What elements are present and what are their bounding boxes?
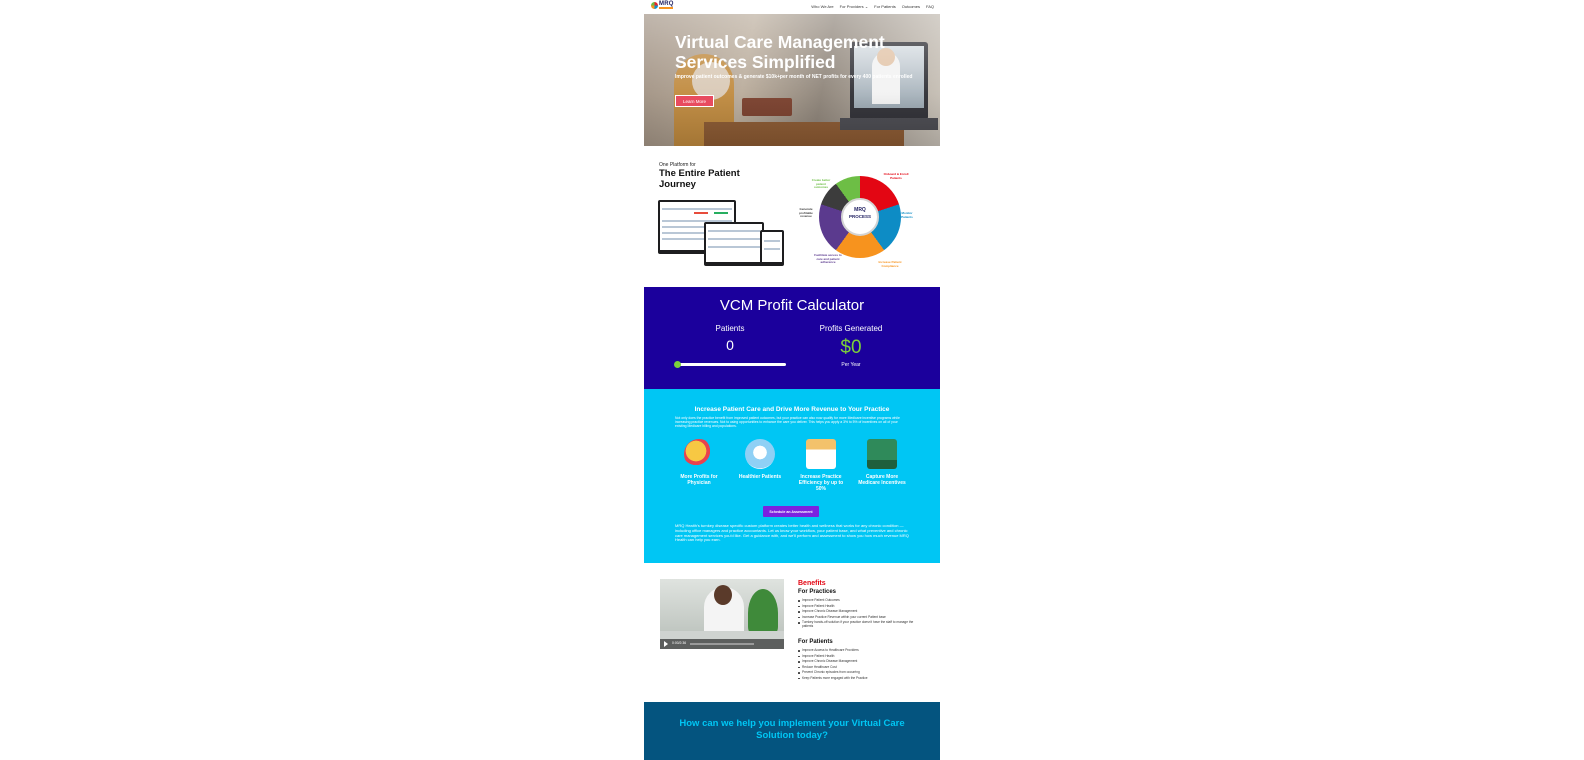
patients-title: For Patients (798, 639, 833, 645)
nav-for-patients[interactable]: For Patients (874, 4, 896, 9)
learn-more-button[interactable]: Learn More (675, 95, 714, 107)
monitor-icon (867, 439, 897, 469)
main-nav: Who We Are For Providers ⌄ For Patients … (811, 4, 934, 9)
process-label-compliance: Increase Patient Compliance (878, 260, 902, 268)
money-icon (684, 439, 714, 469)
care-body: Not only does the practice benefit from … (675, 416, 900, 429)
feature-label: More Profits for Physician (680, 474, 718, 486)
patients-value: 0 (726, 337, 734, 353)
site-header: MRQ Who We Are For Providers ⌄ For Patie… (644, 0, 940, 14)
process-label-access: Facilitate access to care and patient ad… (814, 253, 842, 265)
process-hub: MRQ PROCESS (841, 198, 879, 236)
hero-subtitle: Improve patient outcomes & generate $10k… (675, 74, 913, 80)
platform-section: One Platform for The Entire Patient Jour… (644, 146, 940, 287)
devices-image (658, 200, 786, 270)
process-label-onboard: Onboard & Enroll Patients (883, 172, 909, 180)
patients-list: Improve Access to Healthcare Providers I… (798, 648, 922, 681)
video-progress-bar[interactable] (690, 643, 754, 645)
process-label-revenue: Generate profitable revenue (799, 207, 813, 219)
list-item: Turnkey hands-off solution if your pract… (798, 620, 922, 628)
care-title: Increase Patient Care and Drive More Rev… (694, 406, 890, 413)
patients-slider[interactable] (674, 361, 786, 368)
benefits-section: 0:00/2:36 Benefits For Practices Improve… (644, 563, 940, 702)
care-footer-text: MRQ Health's turnkey disease specific cu… (675, 523, 909, 543)
benefits-title: Benefits (798, 580, 826, 587)
process-hub-brand: MRQ (854, 207, 866, 213)
profits-period: Per Year (841, 362, 861, 368)
slider-handle[interactable] (674, 361, 681, 368)
play-icon[interactable] (664, 641, 668, 647)
hero-section: Virtual Care Management Services Simplif… (644, 14, 940, 146)
nav-who-we-are[interactable]: Who We Are (811, 4, 833, 9)
calculator-title: VCM Profit Calculator (719, 297, 865, 314)
nav-for-providers-label: For Providers (839, 4, 864, 9)
nav-faq[interactable]: FAQ (926, 4, 934, 9)
list-item: Keep Patients more engaged with the Prac… (798, 676, 922, 682)
practices-title: For Practices (798, 589, 837, 595)
help-title: How can we help you implement your Virtu… (679, 718, 905, 741)
feature-label: Capture More Medicare Incentives (858, 474, 906, 486)
feature-label: Increase Practice Efficiency by up to 50… (798, 474, 844, 492)
process-hub-label: PROCESS (848, 214, 871, 219)
feature-label: Healthier Patients (738, 474, 782, 480)
nav-for-providers[interactable]: For Providers ⌄ (840, 4, 869, 9)
page: MRQ Who We Are For Providers ⌄ For Patie… (644, 0, 940, 760)
chevron-down-icon: ⌄ (864, 4, 869, 9)
schedule-assessment-button[interactable]: Schedule an Assessment (763, 506, 819, 517)
chart-icon (806, 439, 836, 469)
profits-label: Profits Generated (819, 324, 883, 333)
practices-list: Improve Patient Outcomes Improve Patient… (798, 598, 922, 628)
video-plant-image (748, 589, 778, 637)
process-label-monitor: Monitor Patients (901, 211, 913, 219)
logo[interactable]: MRQ (651, 1, 675, 11)
logo-mark-icon (651, 2, 658, 9)
process-diagram: MRQ PROCESS Onboard & Enroll Patients Mo… (795, 162, 917, 278)
logo-underline (659, 7, 673, 9)
platform-title: The Entire Patient Journey (659, 168, 740, 190)
patients-label: Patients (715, 324, 745, 333)
hero-title: Virtual Care Management Services Simplif… (675, 32, 885, 72)
video-time: 0:00/2:36 (672, 641, 687, 645)
video-controls: 0:00/2:36 (660, 639, 784, 649)
process-label-outcomes: Create better patient outcomes (811, 178, 831, 190)
stethoscope-icon (745, 439, 775, 469)
care-section: Increase Patient Care and Drive More Rev… (644, 389, 940, 563)
help-section: How can we help you implement your Virtu… (644, 702, 940, 760)
profits-value: $0 (840, 337, 862, 358)
benefits-video[interactable]: 0:00/2:36 (660, 579, 784, 649)
nav-outcomes[interactable]: Outcomes (902, 4, 920, 9)
profit-calculator: VCM Profit Calculator Patients 0 Profits… (644, 287, 940, 389)
